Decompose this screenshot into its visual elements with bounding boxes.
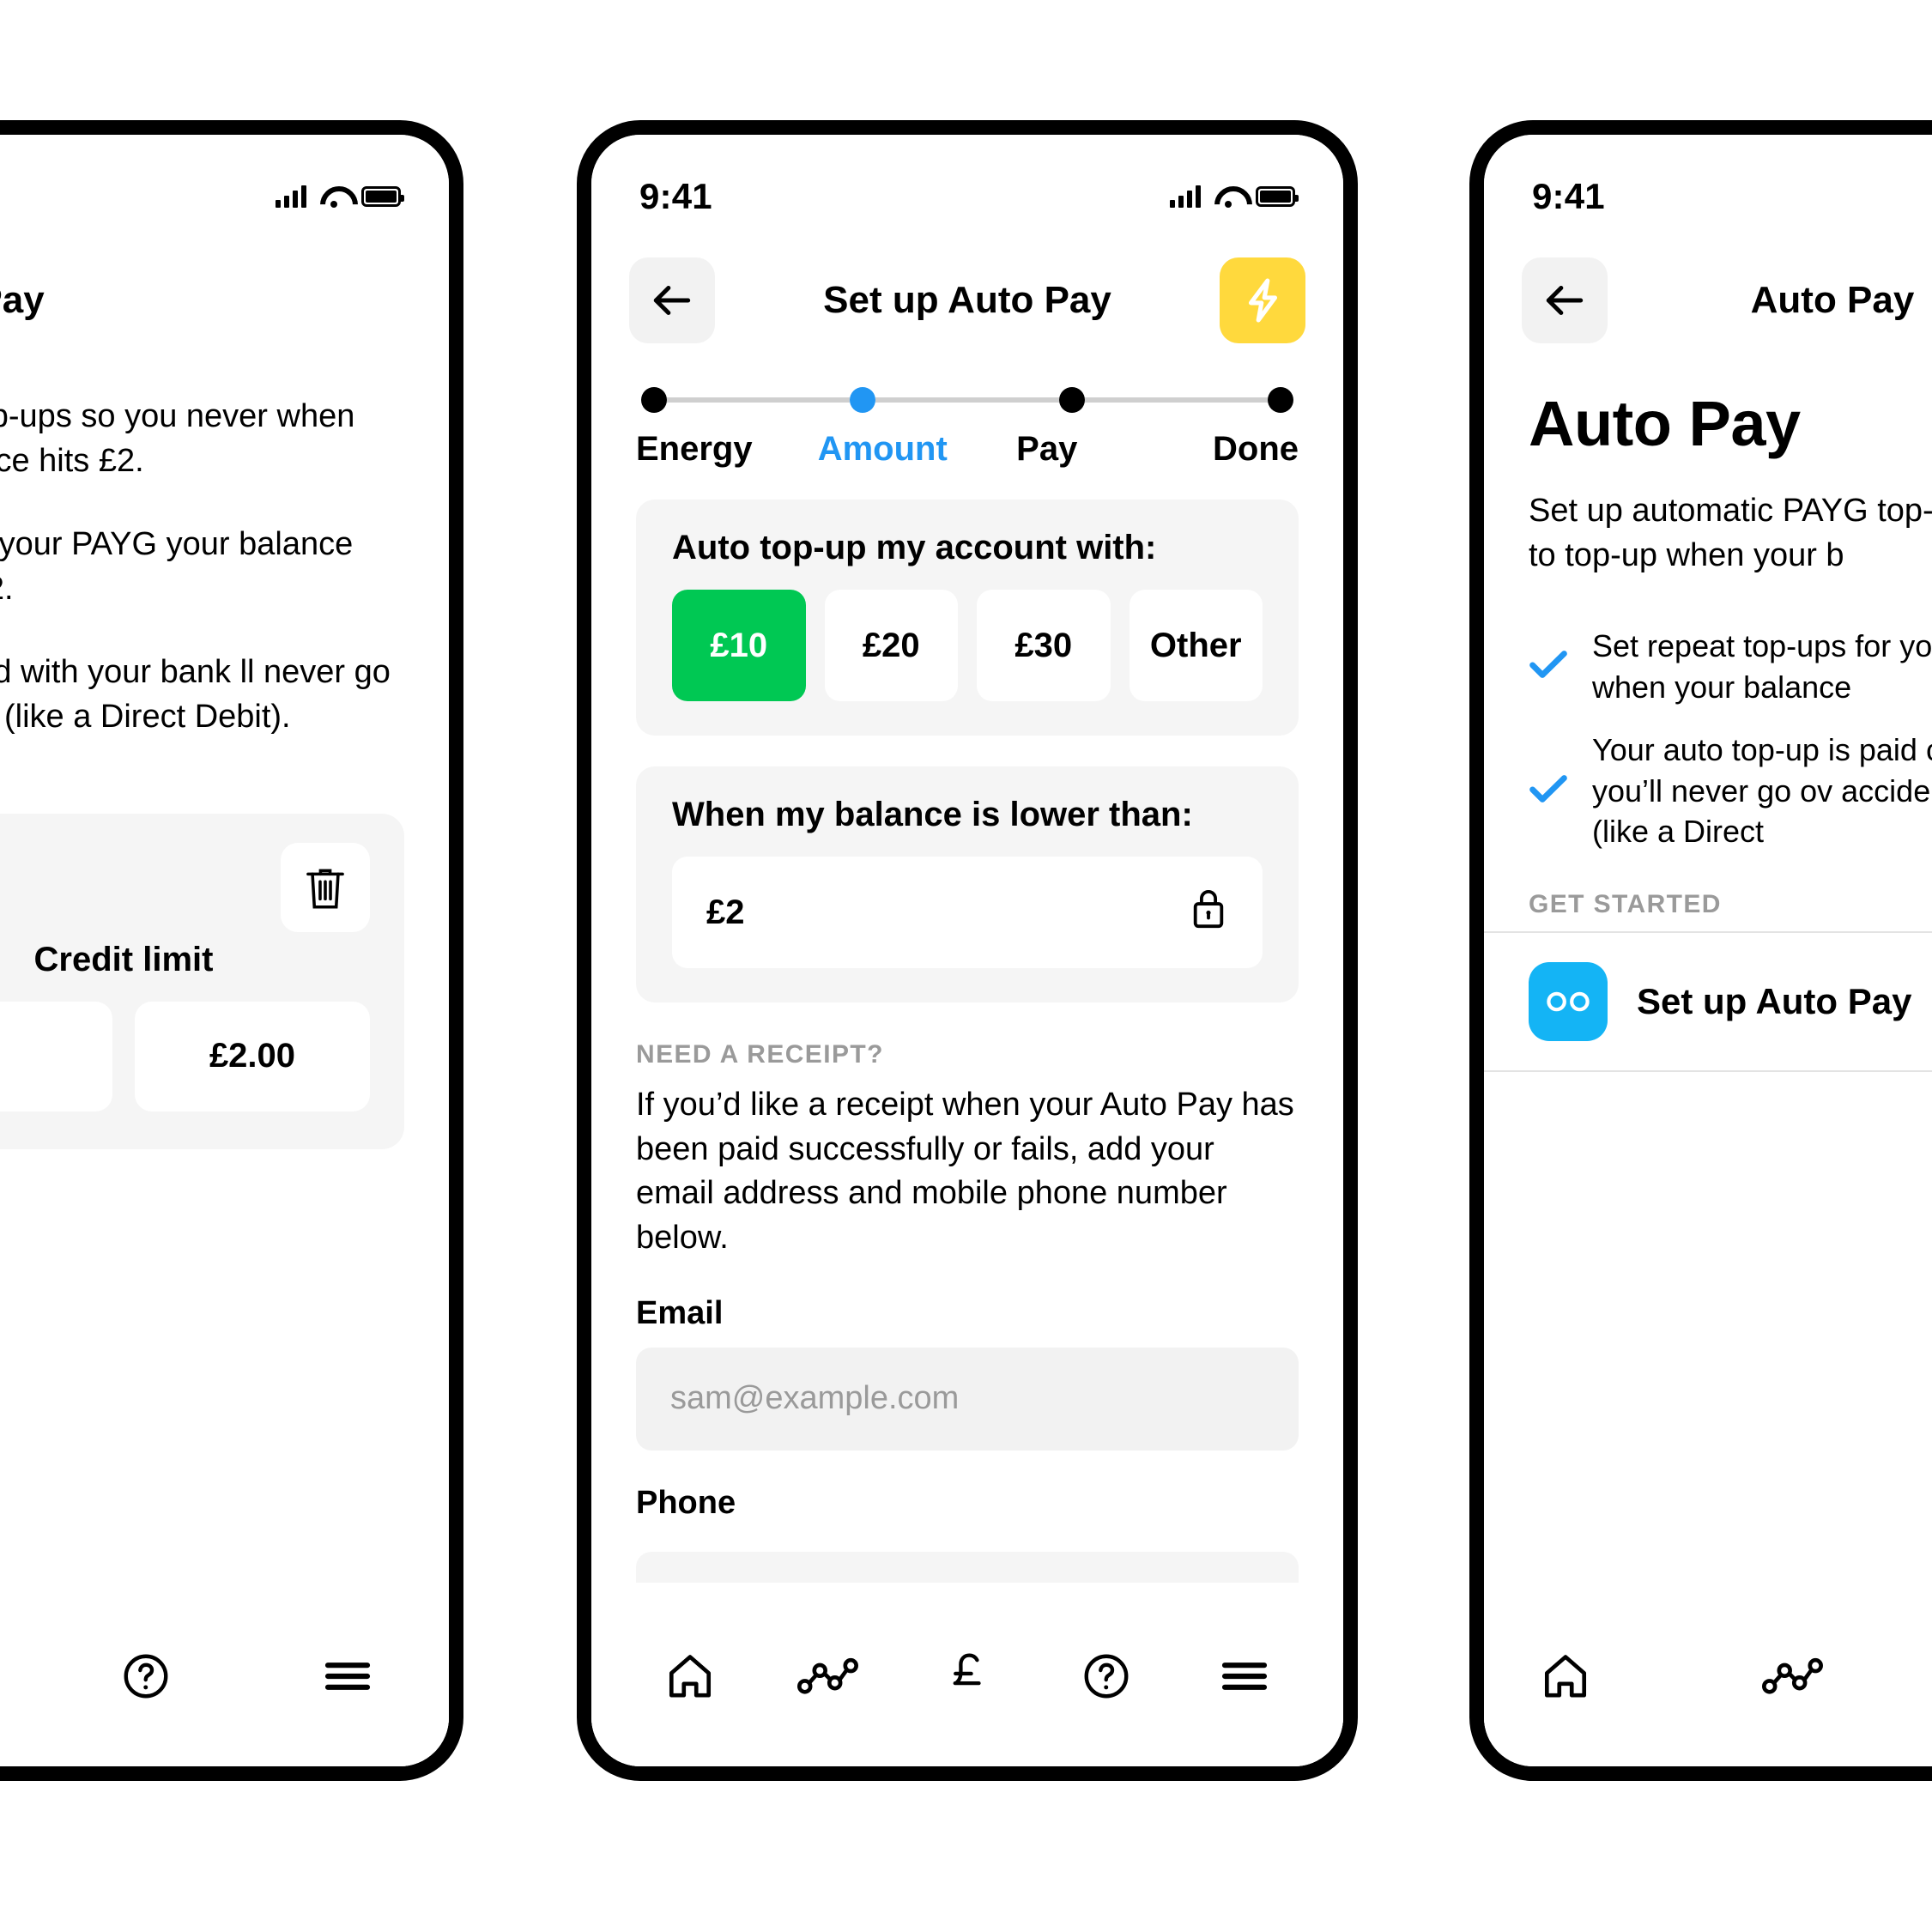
phone-label: Phone: [636, 1484, 736, 1521]
mid-status-bar: 9:41: [591, 135, 1343, 227]
signal-icon: [276, 185, 306, 208]
trash-icon[interactable]: [281, 842, 370, 932]
stepper-track: [636, 387, 1299, 413]
left-tabbar: [0, 1586, 449, 1766]
tab-home[interactable]: [643, 1629, 737, 1723]
check-text: Your auto top-up is paid card, so you’ll…: [1592, 732, 1932, 850]
step-label-done: Done: [1213, 430, 1299, 468]
tab-help[interactable]: [99, 1629, 193, 1723]
mid-screen: 9:41 Set up Auto Pay Energy Amount Pay D…: [591, 135, 1343, 1766]
check-icon: [1529, 648, 1568, 685]
step-dot-amount[interactable]: [850, 387, 876, 413]
tab-usage[interactable]: [781, 1629, 875, 1723]
amount-option-10[interactable]: £10: [672, 590, 806, 701]
threshold-value: £2: [706, 893, 745, 931]
infinity-icon: [1529, 961, 1608, 1041]
signal-icon: [1170, 185, 1201, 208]
phone-input-peek: [636, 1552, 1299, 1583]
receipt-eyebrow: NEED A RECEIPT?: [636, 1040, 884, 1069]
threshold-card-title: When my balance is lower than:: [672, 796, 1193, 833]
receipt-body: If you’d like a receipt when your Auto P…: [636, 1087, 1294, 1257]
back-button[interactable]: [629, 257, 715, 343]
left-navbar: Auto Pay: [0, 227, 449, 348]
receipt-section: NEED A RECEIPT? If you’d like a receipt …: [591, 1002, 1343, 1522]
tab-menu[interactable]: [1197, 1629, 1292, 1723]
right-intro-text: Set up automatic PAYG top-u forget to to…: [1529, 493, 1932, 573]
left-paragraph-1: c PAYG top-ups so you never when your ba…: [0, 398, 355, 480]
email-label: Email: [636, 1294, 724, 1331]
phone-right: 9:41 Auto Pay Auto Pay Set up automatic …: [1469, 120, 1932, 1781]
step-label-energy: Energy: [636, 430, 753, 468]
back-button[interactable]: [1522, 257, 1608, 343]
right-navbar: Auto Pay: [1484, 227, 1932, 348]
tab-help[interactable]: [1059, 1629, 1154, 1723]
amount-options: £10 £20 £30 Other: [672, 590, 1263, 701]
right-nav-title: Auto Pay: [1750, 279, 1915, 321]
tab-home[interactable]: [1525, 1629, 1607, 1723]
amount-option-other[interactable]: Other: [1129, 590, 1263, 701]
left-nav-title: Auto Pay: [0, 279, 45, 321]
topup-card-title: Auto top-up my account with:: [672, 529, 1157, 566]
screenshot-stage: Auto Pay c PAYG top-ups so you never whe…: [0, 0, 1932, 1932]
step-seg-2: [875, 397, 1059, 403]
benefits-checklist: Set repeat top-ups for yo meter when you…: [1484, 578, 1932, 852]
check-text: Set repeat top-ups for yo meter when you…: [1592, 628, 1932, 705]
mid-navbar: Set up Auto Pay: [591, 227, 1343, 348]
amount-option-20[interactable]: £20: [824, 590, 958, 701]
step-dot-pay[interactable]: [1058, 387, 1085, 413]
set-up-auto-pay-row[interactable]: Set up Auto Pay: [1484, 930, 1932, 1072]
amount-option-30[interactable]: £30: [977, 590, 1111, 701]
wifi-icon: [1214, 186, 1242, 208]
threshold-card: When my balance is lower than: £2: [636, 766, 1299, 1002]
mid-tabbar: [591, 1586, 1343, 1766]
set-up-auto-pay-label: Set up Auto Pay: [1637, 980, 1912, 1021]
lock-icon: [1189, 885, 1228, 940]
check-icon: [1529, 772, 1568, 809]
step-seg-3: [1084, 397, 1268, 403]
left-limit-wrap: Credit limit £2.00: [0, 740, 449, 1149]
get-started-header: GET STARTED: [1529, 889, 1722, 918]
right-page-heading: Auto Pay: [1529, 388, 1801, 459]
step-dot-energy[interactable]: [641, 387, 667, 413]
tab-pay[interactable]: [920, 1629, 1014, 1723]
right-screen: 9:41 Auto Pay Auto Pay Set up automatic …: [1484, 135, 1932, 1766]
credit-limit-row: £2.00: [0, 1001, 370, 1111]
credit-limit-box-hidden[interactable]: [0, 1001, 112, 1111]
battery-icon: [1256, 186, 1299, 207]
mid-status-icons: [1170, 185, 1299, 208]
credit-limit-label: Credit limit: [33, 940, 214, 978]
step-label-pay: Pay: [1016, 430, 1078, 468]
left-status-icons: [276, 185, 404, 208]
right-status-bar: 9:41: [1484, 135, 1932, 227]
stepper-labels: Energy Amount Pay Done: [636, 430, 1299, 469]
credit-limit-value[interactable]: £2.00: [135, 1001, 370, 1111]
right-status-time: 9:41: [1532, 176, 1605, 216]
phone-middle: 9:41 Set up Auto Pay Energy Amount Pay D…: [577, 120, 1358, 1781]
credit-limit-card: Credit limit £2.00: [0, 813, 404, 1149]
list-item: Your auto top-up is paid card, so you’ll…: [1529, 730, 1932, 852]
wifi-icon: [320, 186, 348, 208]
email-input[interactable]: sam@example.com: [636, 1347, 1299, 1451]
tab-usage[interactable]: [1753, 1629, 1834, 1723]
left-body: c PAYG top-ups so you never when your ba…: [0, 348, 449, 740]
lightning-bolt-icon[interactable]: [1220, 257, 1305, 343]
right-tabbar: [1484, 1586, 1932, 1766]
setup-stepper: Energy Amount Pay Done: [591, 348, 1343, 469]
left-screen: Auto Pay c PAYG top-ups so you never whe…: [0, 135, 449, 1766]
step-label-amount: Amount: [817, 430, 948, 468]
list-item: Set repeat top-ups for yo meter when you…: [1529, 626, 1932, 707]
threshold-value-field[interactable]: £2: [672, 857, 1263, 968]
step-seg-1: [667, 397, 851, 403]
step-dot-done[interactable]: [1267, 387, 1293, 413]
topup-amount-card: Auto top-up my account with: £10 £20 £30…: [636, 500, 1299, 736]
left-status-bar: [0, 135, 449, 227]
tab-menu[interactable]: [300, 1629, 395, 1723]
phone-left: Auto Pay c PAYG top-ups so you never whe…: [0, 120, 463, 1781]
left-paragraph-2: op-ups for your PAYG your balance reache…: [0, 525, 354, 608]
mid-status-time: 9:41: [639, 176, 712, 216]
battery-icon: [361, 186, 404, 207]
left-paragraph-3: p-up is paid with your bank ll never go …: [0, 653, 391, 736]
